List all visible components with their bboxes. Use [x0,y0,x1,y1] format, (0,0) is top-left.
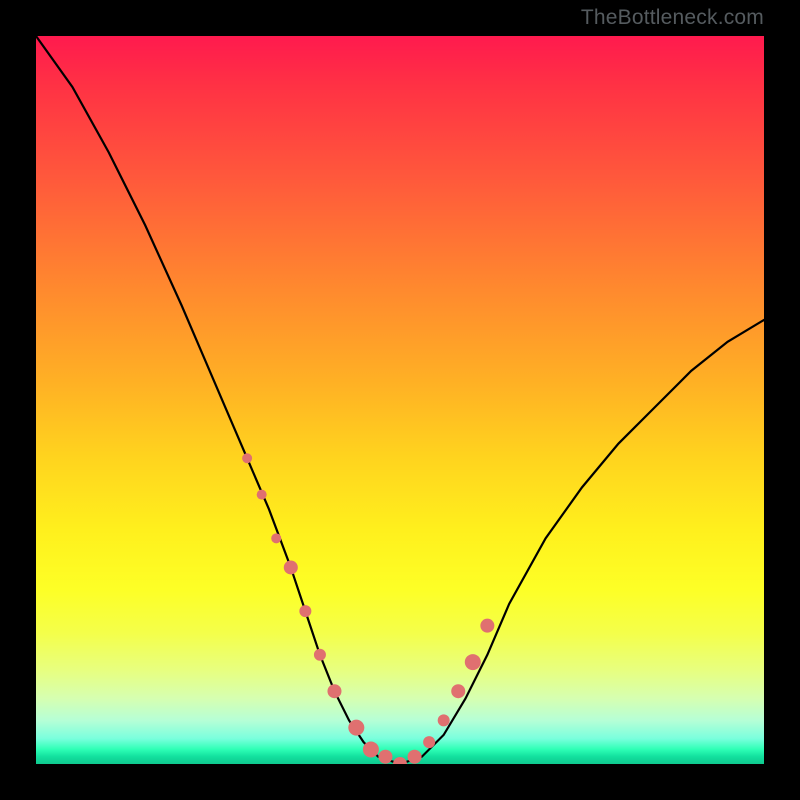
chart-svg [36,36,764,764]
marker-dot [284,560,298,574]
marker-dot [327,684,341,698]
marker-dot [363,741,379,757]
marker-dot [299,605,311,617]
marker-dot [408,750,422,764]
marker-group [242,453,494,764]
chart-frame: TheBottleneck.com [0,0,800,800]
marker-dot [348,720,364,736]
marker-dot [242,453,252,463]
curve-line [36,36,764,764]
marker-dot [257,490,267,500]
marker-dot [451,684,465,698]
marker-dot [271,533,281,543]
plot-area [36,36,764,764]
marker-dot [314,649,326,661]
marker-dot [393,757,407,764]
marker-dot [423,736,435,748]
marker-dot [378,750,392,764]
watermark-text: TheBottleneck.com [581,6,764,30]
marker-dot [480,619,494,633]
marker-dot [438,714,450,726]
marker-dot [465,654,481,670]
